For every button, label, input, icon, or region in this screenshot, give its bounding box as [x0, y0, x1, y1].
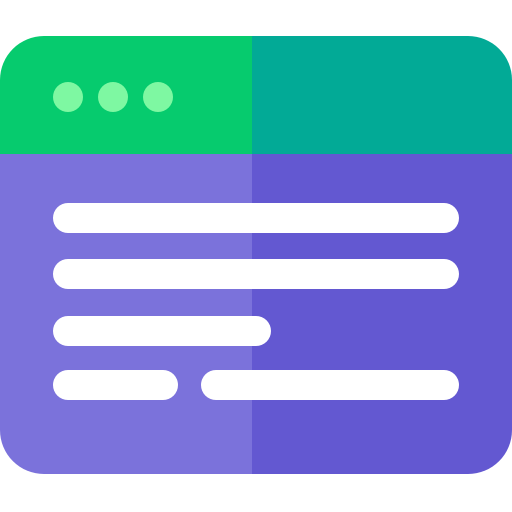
window-body-right-half: [252, 154, 512, 474]
text-line: [53, 316, 271, 346]
window-dot-icon: [53, 82, 83, 112]
text-line: [53, 370, 178, 400]
text-line: [201, 370, 459, 400]
text-line: [53, 259, 459, 289]
browser-window-icon: [0, 36, 512, 474]
window-dot-icon: [143, 82, 173, 112]
window-dots: [53, 82, 173, 112]
window-body-left-half: [0, 154, 252, 474]
titlebar-right-half: [252, 36, 512, 154]
icon-canvas: [0, 0, 512, 512]
text-line: [53, 203, 459, 233]
window-dot-icon: [98, 82, 128, 112]
